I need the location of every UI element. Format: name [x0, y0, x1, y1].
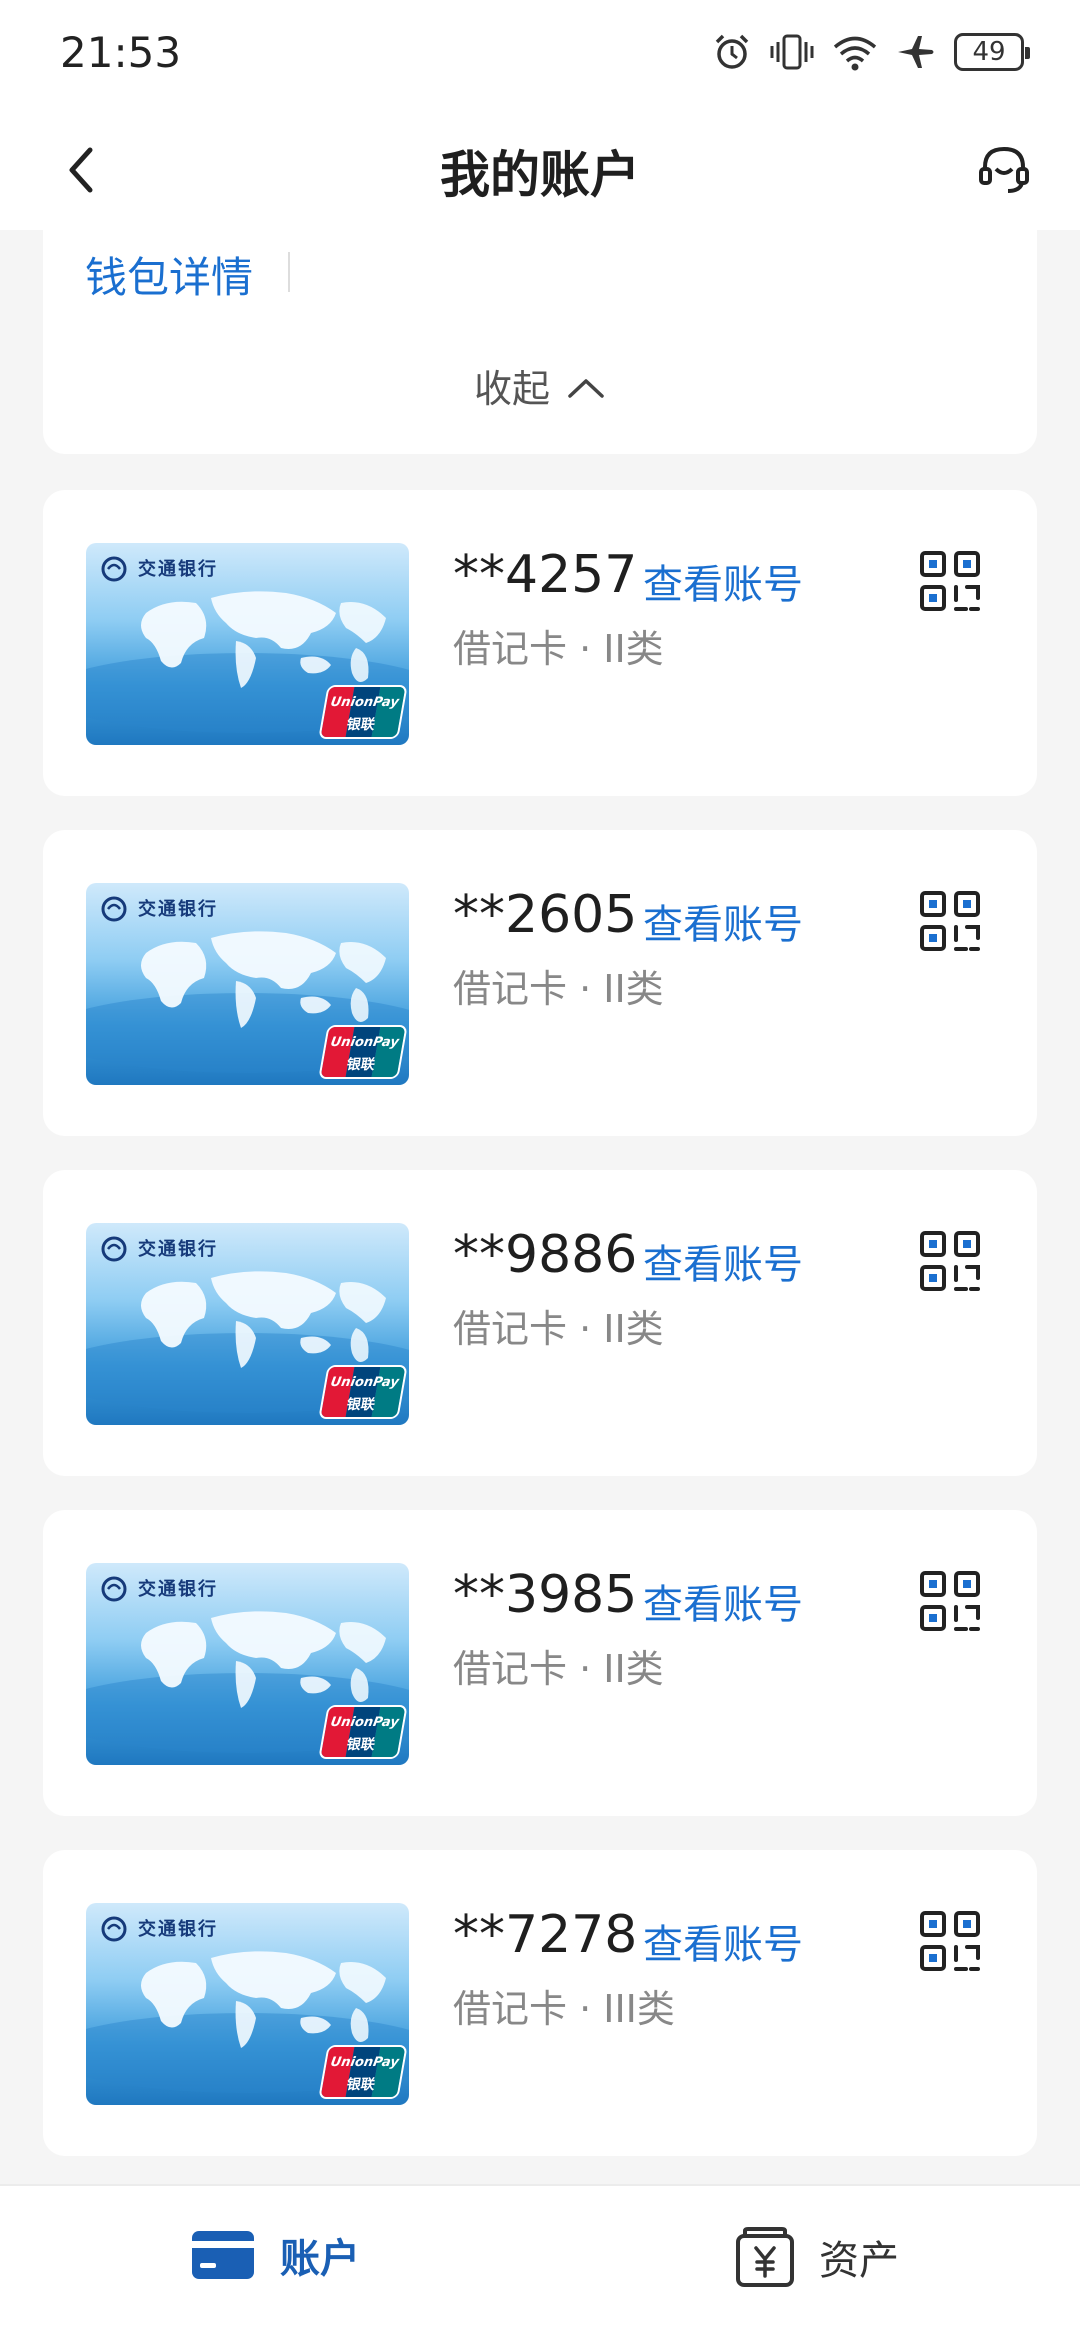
qr-code-icon[interactable]	[919, 550, 981, 612]
bank-name: 交通银行	[138, 559, 218, 580]
unionpay-text: UnionPay	[329, 2055, 400, 2070]
page-title: 我的账户	[440, 146, 640, 204]
account-card[interactable]: 交通银行 UnionPay 银联 **2605 查看账号 借记卡 · II类	[43, 830, 1037, 1136]
account-card[interactable]: 交通银行 UnionPay 银联 **4257 查看账号 借记卡 · II类	[43, 490, 1037, 796]
unionpay-cn-text: 银联	[345, 717, 377, 733]
account-number: **4257	[453, 545, 638, 605]
airplane-icon	[898, 36, 934, 68]
account-number: **2605	[453, 885, 638, 945]
account-type: 借记卡 · II类	[453, 1307, 664, 1351]
unionpay-text: UnionPay	[329, 1715, 400, 1730]
unionpay-text: UnionPay	[329, 1035, 400, 1050]
account-card[interactable]: 交通银行 UnionPay 银联 **3985 查看账号 借记卡 · II类	[43, 1510, 1037, 1816]
headset-icon[interactable]	[976, 141, 1032, 197]
bank-name: 交通银行	[138, 1919, 218, 1940]
unionpay-cn-text: 银联	[345, 1397, 377, 1413]
qr-code-icon[interactable]	[919, 1910, 981, 1972]
yen-wallet-icon	[736, 2227, 794, 2287]
bank-name: 交通银行	[138, 899, 218, 920]
view-account-link[interactable]: 查看账号	[643, 1232, 803, 1290]
unionpay-text: UnionPay	[329, 695, 400, 710]
account-type: 借记卡 · II类	[453, 967, 664, 1011]
battery-icon: 49	[954, 33, 1030, 71]
account-number: **9886	[453, 1225, 638, 1285]
bank-name: 交通银行	[138, 1579, 218, 1600]
status-icons: 49	[712, 30, 1030, 74]
qr-code-icon[interactable]	[919, 1230, 981, 1292]
account-type: 借记卡 · II类	[453, 1647, 664, 1691]
wallet-panel: 钱包详情 收起	[43, 230, 1037, 454]
tab-assets-label: 资产	[819, 2238, 899, 2284]
status-bar: 21:53 49	[0, 0, 1080, 105]
view-account-link[interactable]: 查看账号	[643, 892, 803, 950]
unionpay-logo: UnionPay 银联	[318, 1025, 408, 1079]
bank-name: 交通银行	[138, 1239, 218, 1260]
vibrate-icon	[770, 34, 814, 70]
status-time: 21:53	[60, 28, 182, 77]
unionpay-cn-text: 银联	[345, 1057, 377, 1073]
wallet-details-link[interactable]: 钱包详情	[85, 244, 253, 305]
collapse-label: 收起	[473, 367, 550, 411]
alarm-icon	[715, 34, 749, 69]
card-icon	[192, 2231, 254, 2279]
account-number: **3985	[453, 1565, 638, 1625]
unionpay-logo: UnionPay 银联	[318, 685, 408, 739]
tab-assets[interactable]: 资产	[735, 2226, 899, 2288]
unionpay-logo: UnionPay 银联	[318, 1705, 408, 1759]
qr-code-icon[interactable]	[919, 890, 981, 952]
unionpay-text: UnionPay	[329, 1375, 400, 1390]
qr-code-icon[interactable]	[919, 1570, 981, 1632]
bank-card-image: 交通银行 UnionPay 银联	[86, 1903, 409, 2105]
view-account-link[interactable]: 查看账号	[643, 1912, 803, 1970]
chevron-up-icon	[568, 378, 604, 398]
divider	[288, 252, 290, 292]
view-account-link[interactable]: 查看账号	[643, 552, 803, 610]
bank-card-image: 交通银行 UnionPay 银联	[86, 1563, 409, 1765]
battery-level: 49	[972, 37, 1006, 67]
unionpay-cn-text: 银联	[345, 2077, 377, 2093]
view-account-link[interactable]: 查看账号	[643, 1572, 803, 1630]
account-type: 借记卡 · III类	[453, 1987, 675, 2031]
bottom-tab-bar: 账户 资产	[0, 2184, 1080, 2340]
bank-card-image: 交通银行 UnionPay 银联	[86, 883, 409, 1085]
account-type: 借记卡 · II类	[453, 627, 664, 671]
wifi-icon	[833, 36, 877, 71]
account-card[interactable]: 交通银行 UnionPay 银联 **9886 查看账号 借记卡 · II类	[43, 1170, 1037, 1476]
unionpay-logo: UnionPay 银联	[318, 1365, 408, 1419]
account-number: **7278	[453, 1905, 638, 1965]
bank-card-image: 交通银行 UnionPay 银联	[86, 1223, 409, 1425]
unionpay-logo: UnionPay 银联	[318, 2045, 408, 2099]
collapse-button[interactable]: 收起	[43, 358, 1037, 413]
tab-account-label: 账户	[280, 2236, 360, 2282]
account-card[interactable]: 交通银行 UnionPay 银联 **7278 查看账号 借记卡 · III类	[43, 1850, 1037, 2156]
unionpay-cn-text: 银联	[345, 1737, 377, 1753]
bank-card-image: 交通银行 UnionPay 银联	[86, 543, 409, 745]
header: 我的账户	[0, 105, 1080, 230]
tab-account[interactable]: 账户	[190, 2226, 360, 2284]
